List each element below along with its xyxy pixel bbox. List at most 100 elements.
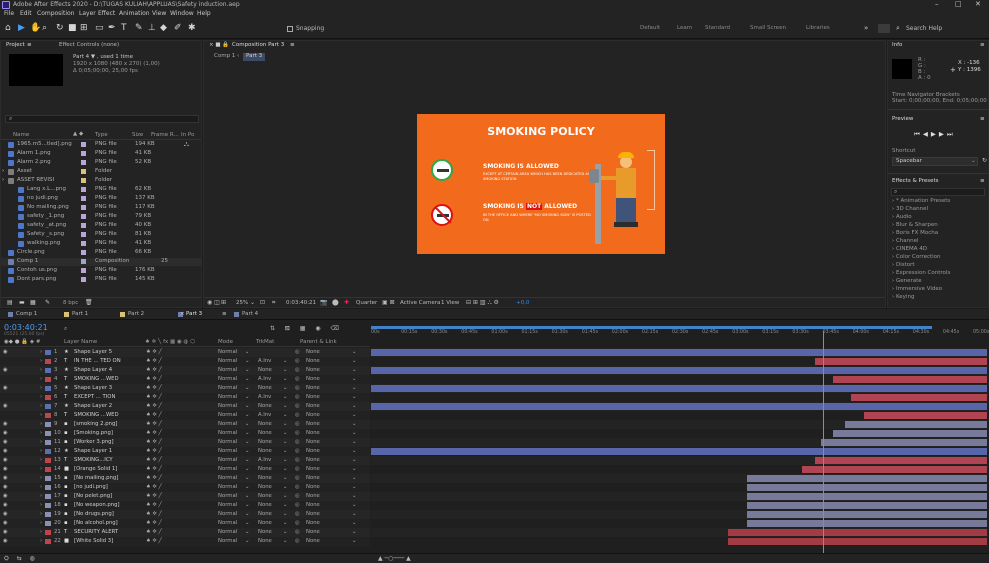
layer-parent-dropdown[interactable]: None [306,412,320,418]
layer-trkmat-dropdown[interactable]: A.Inv [258,358,271,364]
layer-mode-dropdown[interactable]: Normal [218,412,237,418]
close-button[interactable]: ✕ [975,1,981,8]
layer-trkmat-dropdown[interactable]: None [258,403,272,409]
resolution-icon[interactable]: ⌗ [272,300,275,306]
work-area-bar[interactable] [371,326,932,329]
workspace-standard[interactable]: Standard [705,25,730,32]
parent-pickwhip-icon[interactable]: ◎ [295,529,300,535]
col-trkmat[interactable]: TrkMat [256,339,274,346]
visibility-eye-icon[interactable]: ◉ [3,457,8,463]
layer-trkmat-dropdown[interactable]: None [258,511,272,517]
col-size[interactable]: Size [132,132,143,139]
layer-name[interactable]: [Smoking.png] [74,430,113,436]
visibility-eye-icon[interactable]: ◉ [3,502,8,508]
layer-name[interactable]: [Orange Solid 1] [74,466,117,472]
layer-label-color[interactable] [45,404,51,409]
project-item[interactable]: Safety _s.png PNG file 81 KB [1,231,201,239]
layer-switches[interactable]: ♠ ✲ ╱ [146,412,162,418]
tab-info[interactable]: Info [892,42,902,49]
parent-pickwhip-icon[interactable]: ◎ [295,358,300,364]
close-tab-icon[interactable]: × [180,311,185,318]
label-color-swatch[interactable] [81,142,86,147]
layer-duration-bar[interactable] [746,484,987,491]
layer-mode-dropdown[interactable]: Normal [218,349,237,355]
layer-mode-dropdown[interactable]: Normal [218,430,237,436]
new-folder-icon[interactable]: ▬ [19,300,25,306]
layer-parent-dropdown[interactable]: None [306,349,320,355]
layer-switches[interactable]: ♠ ✲ ╱ [146,520,162,526]
layer-trkmat-dropdown[interactable]: None [258,475,272,481]
layer-mode-dropdown[interactable]: Normal [218,376,237,382]
project-tab-menu-icon[interactable]: ≡ [27,42,32,49]
layer-parent-dropdown[interactable]: None [306,385,320,391]
stamp-tool-icon[interactable]: ⊥ [148,24,156,33]
expand-chevron-icon[interactable]: › [40,502,42,508]
project-item[interactable]: Contoh us.png PNG file 176 KB [1,267,201,275]
project-item[interactable]: walking.png PNG file 41 KB [1,240,201,248]
layer-trkmat-dropdown[interactable]: None [258,484,272,490]
visibility-eye-icon[interactable]: ◉ [3,529,8,535]
layer-parent-dropdown[interactable]: None [306,520,320,526]
brush-tool-icon[interactable]: ✎ [135,24,143,33]
current-time[interactable]: 0:03:40:21 [286,300,316,307]
layer-row[interactable]: ◉ › 16 ▪ [no judi.png] ♠ ✲ ╱ Normal ⌄ None ⌄ ◎ None… [0,483,370,492]
layer-duration-bar[interactable] [371,367,987,374]
layer-trkmat-dropdown[interactable]: None [258,421,272,427]
layer-switches[interactable]: ♠ ✲ ╱ [146,502,162,508]
menu-layer[interactable]: Layer [79,11,96,17]
layer-row[interactable]: ◉ › 9 ▪ [smoking 2.png] ♠ ✲ ╱ Normal ⌄ None ⌄ ◎ Non… [0,420,370,429]
layer-duration-bar[interactable] [746,502,987,509]
loop-icon[interactable]: ↻ [982,158,987,164]
time-ruler-area[interactable]: 00s 00:15s 00:30s 00:45s 01:00s 01:15s 01:30s 0… [371,323,989,347]
layer-label-color[interactable] [45,494,51,499]
expand-chevron-icon[interactable]: › [40,376,42,382]
layer-parent-dropdown[interactable]: None [306,448,320,454]
layer-name[interactable]: [White Solid 3] [74,538,113,544]
expand-chevron-icon[interactable]: › [40,493,42,499]
effects-category[interactable]: › Generate [892,278,922,285]
parent-pickwhip-icon[interactable]: ◎ [295,412,300,418]
layer-name[interactable]: [No pelet.png] [74,493,112,499]
col-name[interactable]: Name [13,132,29,139]
layer-switches[interactable]: ♠ ✲ ╱ [146,358,162,364]
parent-pickwhip-icon[interactable]: ◎ [295,493,300,499]
layer-switches[interactable]: ♠ ✲ ╱ [146,511,162,517]
search-help-input[interactable]: Search Help [906,26,942,32]
expand-chevron-icon[interactable]: › [40,430,42,436]
project-search-input[interactable]: ⌕ [5,115,199,123]
effects-category[interactable]: › Immersive Video [892,286,942,293]
pen-tool-icon[interactable]: ✒ [108,24,116,33]
layer-name[interactable]: [No mailing.png] [74,475,118,481]
parent-pickwhip-icon[interactable]: ◎ [295,502,300,508]
layer-parent-dropdown[interactable]: None [306,475,320,481]
layer-row[interactable]: › 8 T SMOKING ...WED ♠ ✲ ╱ Normal ⌄ A.Inv ⌄ ◎ None… [0,411,370,420]
close-tab-icon[interactable]: × ■ 🔒 [209,42,229,49]
layer-label-color[interactable] [45,377,51,382]
col-mode[interactable]: Mode [218,339,233,346]
tab-project[interactable]: Project [6,42,25,49]
breadcrumb-part3[interactable]: Part 3 [243,53,266,61]
layer-label-color[interactable] [45,458,51,463]
layer-label-color[interactable] [45,395,51,400]
layer-label-color[interactable] [45,503,51,508]
project-item[interactable]: Comp 1 Composition 25 [1,258,201,266]
effects-category[interactable]: › Distort [892,262,915,269]
visibility-eye-icon[interactable]: ◉ [3,403,8,409]
layer-row[interactable]: ◉ › 17 ▪ [No pelet.png] ♠ ✲ ╱ Normal ⌄ None ⌄ ◎ Non… [0,492,370,501]
parent-pickwhip-icon[interactable]: ◎ [295,394,300,400]
layer-label-color[interactable] [45,521,51,526]
layer-mode-dropdown[interactable]: Normal [218,475,237,481]
effects-category[interactable]: › Boris FX Mocha [892,230,938,237]
roto-brush-tool-icon[interactable]: ✐ [174,24,182,33]
layer-switches[interactable]: ♠ ✲ ╱ [146,394,162,400]
layer-row[interactable]: ◉ › 22 ■ [White Solid 3] ♠ ✲ ╱ Normal ⌄ None ⌄ ◎ No… [0,537,370,546]
layer-mode-dropdown[interactable]: Normal [218,448,237,454]
parent-pickwhip-icon[interactable]: ◎ [295,475,300,481]
layer-row[interactable]: ◉ › 10 ▪ [Smoking.png] ♠ ✲ ╱ Normal ⌄ None ⌄ ◎ None… [0,429,370,438]
layer-row[interactable]: › 2 T IN THE ... TED ON ♠ ✲ ╱ Normal ⌄ A.Inv ⌄ ◎ N… [0,357,370,366]
comp-tab-menu-icon[interactable]: ≡ [290,42,295,49]
layer-label-color[interactable] [45,413,51,418]
layer-trkmat-dropdown[interactable]: None [258,439,272,445]
visibility-eye-icon[interactable]: ◉ [3,475,8,481]
more-workspaces-icon[interactable]: » [864,25,868,32]
